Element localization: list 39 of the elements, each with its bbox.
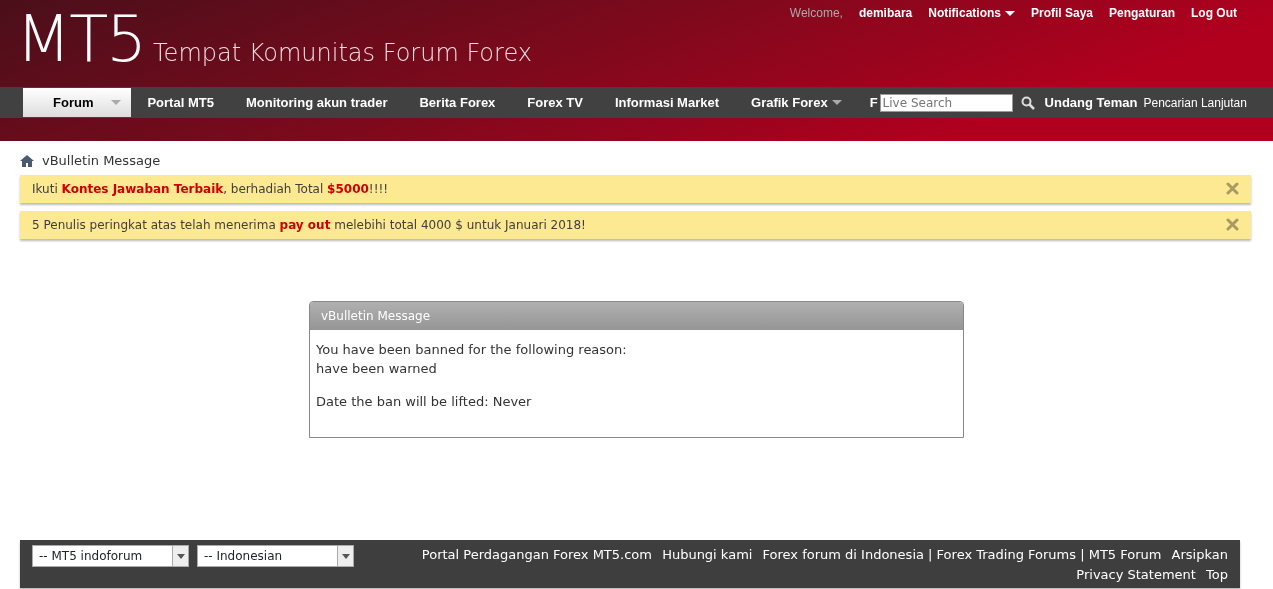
- caret-icon[interactable]: [831, 100, 842, 105]
- home-icon[interactable]: [20, 154, 34, 167]
- notice-text: 5 Penulis peringkat atas telah menerima pay out melebihi total 4000 $ untuk Januari 2018!: [32, 216, 586, 234]
- footer-link[interactable]: Privacy Statement: [1076, 566, 1196, 582]
- message-text: You have been banned for the following reason:: [316, 340, 628, 359]
- breadcrumb-text: vBulletin Message: [42, 152, 161, 170]
- advanced-search-link[interactable]: Pencarian Lanjutan: [1143, 93, 1247, 112]
- user-menu-link[interactable]: Log Out: [1191, 4, 1237, 22]
- caret-icon[interactable]: [341, 553, 350, 559]
- footer-link[interactable]: Forex forum di Indonesia | Forex Trading Forums | MT5 Forum: [762, 547, 1162, 562]
- notice-text: Ikuti Kontes Jawaban Terbaik, berhadiah Total $5000!!!!: [32, 180, 389, 198]
- nav-tab[interactable]: Informasi Market: [599, 88, 736, 117]
- site-logo[interactable]: MT5: [16, 7, 146, 71]
- nav-tab[interactable]: Forum: [23, 88, 132, 117]
- panel-title: vBulletin Message: [310, 301, 963, 330]
- message-text: have been warned: [316, 360, 438, 378]
- caret-icon[interactable]: [176, 553, 185, 559]
- message-text: Date the ban will be lifted: Never: [316, 392, 533, 411]
- username-link[interactable]: demibara: [858, 4, 913, 22]
- nav-tab[interactable]: Portal MT5: [131, 88, 230, 117]
- user-menu-link[interactable]: Notifications: [928, 4, 1015, 22]
- nav-tab[interactable]: Grafik Forex: [735, 88, 858, 117]
- nav-tab[interactable]: F: [857, 88, 880, 117]
- select-dropdown[interactable]: -- Indonesian: [197, 545, 354, 567]
- footer-link[interactable]: Portal Perdagangan Forex MT5.com: [421, 547, 652, 562]
- welcome-text: Welcome,: [789, 5, 843, 22]
- select-dropdown[interactable]: -- MT5 indoforum: [32, 545, 189, 567]
- footer-link[interactable]: Hubungi kami: [662, 547, 753, 562]
- search-field[interactable]: Live Search: [879, 93, 1013, 112]
- user-menu-link[interactable]: Pengaturan: [1109, 4, 1175, 22]
- footer-link[interactable]: Top: [1206, 566, 1228, 582]
- nav-tab[interactable]: Monitoring akun trader: [229, 88, 404, 117]
- nav-tab[interactable]: Forex TV: [511, 88, 599, 117]
- site-tagline: Tempat Komunitas Forum Forex: [153, 38, 532, 69]
- user-menu-link[interactable]: Profil Saya: [1030, 4, 1093, 22]
- nav-tab[interactable]: Undang Teman: [1038, 88, 1144, 117]
- footer-link[interactable]: Arsipkan: [1171, 547, 1228, 562]
- nav-tab[interactable]: Berita Forex: [403, 88, 512, 117]
- search-icon[interactable]: [1020, 95, 1035, 110]
